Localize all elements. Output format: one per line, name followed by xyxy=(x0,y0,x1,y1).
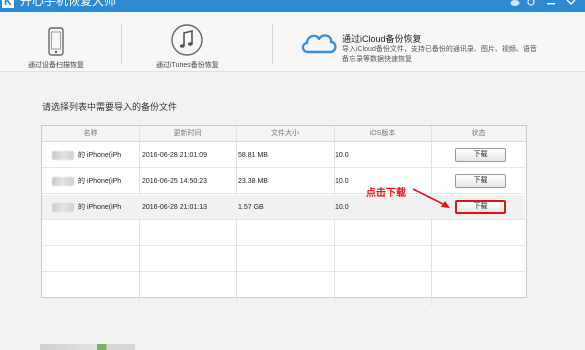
cloud-icon xyxy=(301,34,337,54)
phone-icon xyxy=(48,27,64,56)
status-strip xyxy=(40,344,135,350)
download-button[interactable]: 下载 xyxy=(455,148,506,162)
close-icon[interactable] xyxy=(565,0,577,10)
tab-itunes-backup[interactable]: 通过iTunes备份恢复 xyxy=(122,12,272,72)
column-header-size[interactable]: 文件大小 xyxy=(236,126,334,142)
backup-ios-version: 10.0 xyxy=(335,152,349,159)
download-button-highlighted[interactable]: 下载 xyxy=(455,200,506,214)
backup-updated: 2016-06-25 14:50:23 xyxy=(142,178,207,185)
section-title: 请选择列表中需要导入的备份文件 xyxy=(42,102,178,112)
backup-name: 的 iPhone(iPh xyxy=(78,152,122,159)
recovery-mode-tabs: 通过设备扫描恢复 通过iTunes备份恢复 通过iCloud备份恢复 导入iCl… xyxy=(0,12,585,83)
column-header-ios[interactable]: iOS版本 xyxy=(334,126,431,142)
empty-row xyxy=(42,221,525,246)
column-header-name[interactable]: 名称 xyxy=(42,126,139,142)
annotation-label: 点击下载 xyxy=(366,188,406,199)
backup-name: 的 iPhone(iPh xyxy=(78,204,122,211)
backup-file-table: 名称 更新时间 文件大小 iOS版本 状态 的 iPhone(iPh 2016-… xyxy=(41,125,527,306)
download-button[interactable]: 下载 xyxy=(455,174,506,188)
table-row[interactable]: 的 iPhone(iPh 2016-06-28 21:01:13 1.57 GB… xyxy=(42,195,525,220)
table-header: 名称 更新时间 文件大小 iOS版本 状态 xyxy=(42,126,526,142)
active-tab-pointer xyxy=(312,76,326,83)
tab-device-scan[interactable]: 通过设备扫描恢复 xyxy=(0,12,120,72)
redacted-name xyxy=(52,177,74,186)
column-header-updated[interactable]: 更新时间 xyxy=(139,126,236,142)
active-tab-description: 导入iCloud备份文件，支持已备份的通讯录、图片、视频、语音备忘录等数据快速恢… xyxy=(342,46,537,63)
app-logo: K xyxy=(2,0,14,8)
backup-size: 23.38 MB xyxy=(238,178,268,185)
backup-name: 的 iPhone(iPh xyxy=(78,178,122,185)
music-note-icon xyxy=(171,24,203,56)
active-tab-title: 通过iCloud备份恢复 xyxy=(342,34,422,44)
backup-size: 58.81 MB xyxy=(238,152,268,159)
table-row[interactable]: 的 iPhone(iPh 2016-06-28 21:01:09 58.81 M… xyxy=(42,143,525,168)
backup-updated: 2016-06-28 21:01:13 xyxy=(142,204,207,211)
backup-size: 1.57 GB xyxy=(238,204,264,211)
chat-icon[interactable] xyxy=(509,0,521,10)
minimize-icon[interactable] xyxy=(545,0,557,10)
settings-icon[interactable] xyxy=(525,0,537,10)
redacted-name xyxy=(52,151,74,160)
empty-row xyxy=(42,273,525,298)
table-row[interactable]: 的 iPhone(iPh 2016-06-25 14:50:23 23.38 M… xyxy=(42,169,525,194)
tab-label: 通过iTunes备份恢复 xyxy=(156,62,219,69)
tab-label: 通过设备扫描恢复 xyxy=(28,62,84,69)
backup-updated: 2016-06-28 21:01:09 xyxy=(142,152,207,159)
redacted-name xyxy=(52,203,74,212)
annotation-arrow-icon xyxy=(412,188,450,208)
title-bar: K 开心手机恢复大师 xyxy=(0,0,585,12)
app-title: 开心手机恢复大师 xyxy=(20,0,117,8)
column-header-status[interactable]: 状态 xyxy=(431,126,526,142)
empty-row xyxy=(42,247,525,272)
